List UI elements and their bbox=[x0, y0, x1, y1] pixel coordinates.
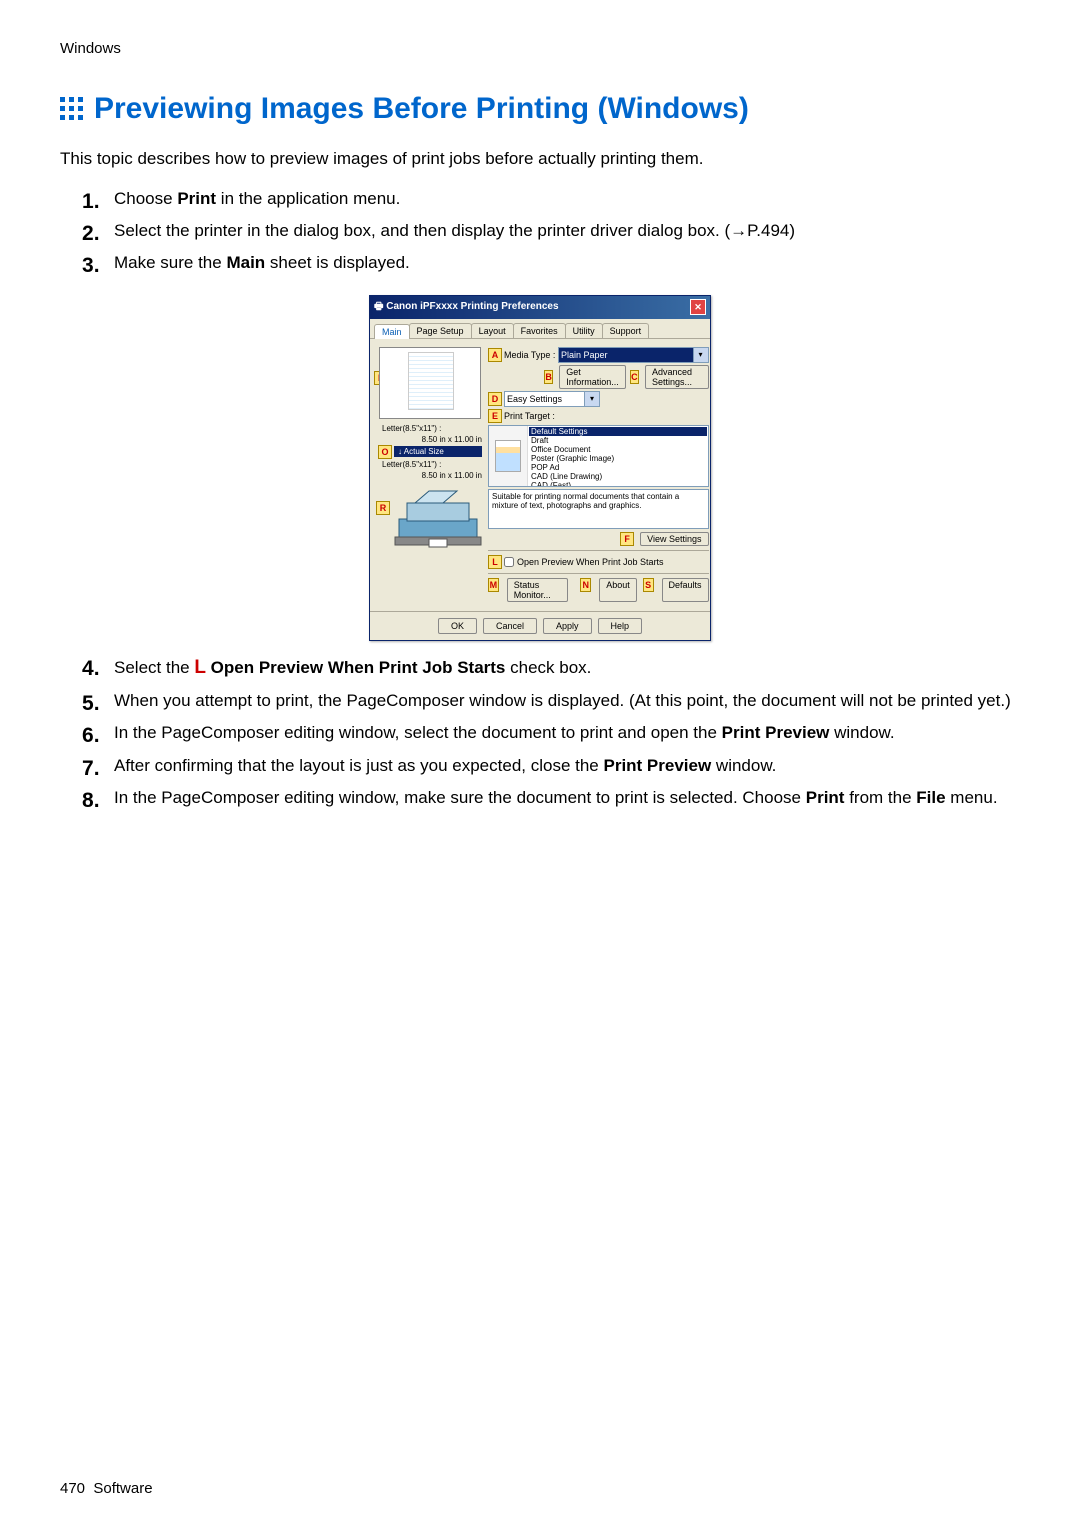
view-settings-button[interactable]: View Settings bbox=[640, 532, 708, 546]
steps-list: Choose Print in the application menu. Se… bbox=[60, 186, 1020, 277]
open-preview-checkbox[interactable] bbox=[504, 557, 514, 567]
step-1: Choose Print in the application menu. bbox=[82, 186, 1020, 212]
marker-c: C bbox=[630, 370, 639, 384]
get-information-button[interactable]: Get Information... bbox=[559, 365, 626, 389]
target-item[interactable]: Default Settings bbox=[529, 427, 707, 436]
apply-button[interactable]: Apply bbox=[543, 618, 592, 634]
step-7: After confirming that the layout is just… bbox=[82, 753, 1020, 779]
target-item[interactable]: POP Ad bbox=[529, 463, 707, 472]
page-title: Previewing Images Before Printing (Windo… bbox=[60, 92, 1020, 126]
target-item[interactable]: Poster (Graphic Image) bbox=[529, 454, 707, 463]
page-preview bbox=[379, 347, 481, 419]
dialog-title: 🖶 Canon iPFxxxx Printing Preferences bbox=[374, 299, 559, 316]
tab-layout[interactable]: Layout bbox=[471, 323, 514, 338]
step-3: Make sure the Main sheet is displayed. bbox=[82, 250, 1020, 276]
steps-list-continued: Select the L Open Preview When Print Job… bbox=[60, 653, 1020, 812]
target-item[interactable]: Office Document bbox=[529, 445, 707, 454]
target-item[interactable]: CAD (Line Drawing) bbox=[529, 472, 707, 481]
marker-d: D bbox=[488, 392, 502, 406]
media-type-select[interactable]: Plain Paper bbox=[558, 347, 709, 363]
defaults-button[interactable]: Defaults bbox=[662, 578, 709, 602]
intro-text: This topic describes how to preview imag… bbox=[60, 146, 1020, 172]
cancel-button[interactable]: Cancel bbox=[483, 618, 537, 634]
marker-n: N bbox=[580, 578, 591, 592]
grid-icon bbox=[60, 97, 84, 121]
dialog-left-column: P Letter(8.5"x11") : 8.50 in x 11.00 in … bbox=[376, 345, 484, 605]
advanced-settings-button[interactable]: Advanced Settings... bbox=[645, 365, 709, 389]
printer-icon bbox=[393, 489, 483, 549]
dialog-tabs: Main Page Setup Layout Favorites Utility… bbox=[370, 319, 710, 339]
easy-settings-select[interactable]: Easy Settings bbox=[504, 391, 600, 407]
dialog-right-column: A Media Type : Plain Paper B Get Informa… bbox=[484, 345, 709, 605]
step-4: Select the L Open Preview When Print Job… bbox=[82, 653, 1020, 682]
tab-favorites[interactable]: Favorites bbox=[513, 323, 566, 338]
marker-b: B bbox=[544, 370, 553, 384]
open-preview-label: Open Preview When Print Job Starts bbox=[517, 557, 664, 567]
marker-m: M bbox=[488, 578, 499, 592]
target-item[interactable]: CAD (Fast) bbox=[529, 481, 707, 486]
step-5: When you attempt to print, the PageCompo… bbox=[82, 688, 1020, 714]
print-preferences-dialog: 🖶 Canon iPFxxxx Printing Preferences ✕ M… bbox=[369, 295, 711, 641]
size-info: Letter(8.5"x11") : 8.50 in x 11.00 in O … bbox=[378, 423, 482, 481]
marker-r: R bbox=[376, 501, 390, 515]
marker-s: S bbox=[643, 578, 654, 592]
target-item[interactable]: Draft bbox=[529, 436, 707, 445]
ok-button[interactable]: OK bbox=[438, 618, 477, 634]
close-icon[interactable]: ✕ bbox=[690, 299, 706, 315]
target-description: Suitable for printing normal documents t… bbox=[488, 489, 709, 529]
dialog-titlebar: 🖶 Canon iPFxxxx Printing Preferences ✕ bbox=[370, 296, 710, 319]
step-8: In the PageComposer editing window, make… bbox=[82, 785, 1020, 811]
print-target-label: Print Target : bbox=[504, 411, 558, 421]
help-button[interactable]: Help bbox=[598, 618, 643, 634]
breadcrumb: Windows bbox=[60, 40, 1020, 57]
marker-l: L bbox=[488, 555, 502, 569]
tab-support[interactable]: Support bbox=[602, 323, 650, 338]
marker-e: E bbox=[488, 409, 502, 423]
title-text: Previewing Images Before Printing (Windo… bbox=[94, 92, 749, 126]
step-6: In the PageComposer editing window, sele… bbox=[82, 720, 1020, 746]
print-target-list[interactable]: Default Settings Draft Office Document P… bbox=[488, 425, 709, 487]
marker-o: O bbox=[378, 445, 392, 459]
marker-a: A bbox=[488, 348, 502, 362]
step-2: Select the printer in the dialog box, an… bbox=[82, 218, 1020, 244]
marker-f: F bbox=[620, 532, 634, 546]
dialog-body: P Letter(8.5"x11") : 8.50 in x 11.00 in … bbox=[370, 339, 710, 611]
actual-size-label: ↓ Actual Size bbox=[394, 446, 482, 457]
tab-utility[interactable]: Utility bbox=[565, 323, 603, 338]
page-footer: 470 Software bbox=[60, 1480, 153, 1497]
tab-page-setup[interactable]: Page Setup bbox=[409, 323, 472, 338]
media-type-label: Media Type : bbox=[504, 350, 558, 360]
status-monitor-button[interactable]: Status Monitor... bbox=[507, 578, 569, 602]
dialog-screenshot: 🖶 Canon iPFxxxx Printing Preferences ✕ M… bbox=[60, 295, 1020, 641]
about-button[interactable]: About bbox=[599, 578, 637, 602]
tab-main[interactable]: Main bbox=[374, 324, 410, 339]
dialog-buttons: OK Cancel Apply Help bbox=[370, 611, 710, 640]
